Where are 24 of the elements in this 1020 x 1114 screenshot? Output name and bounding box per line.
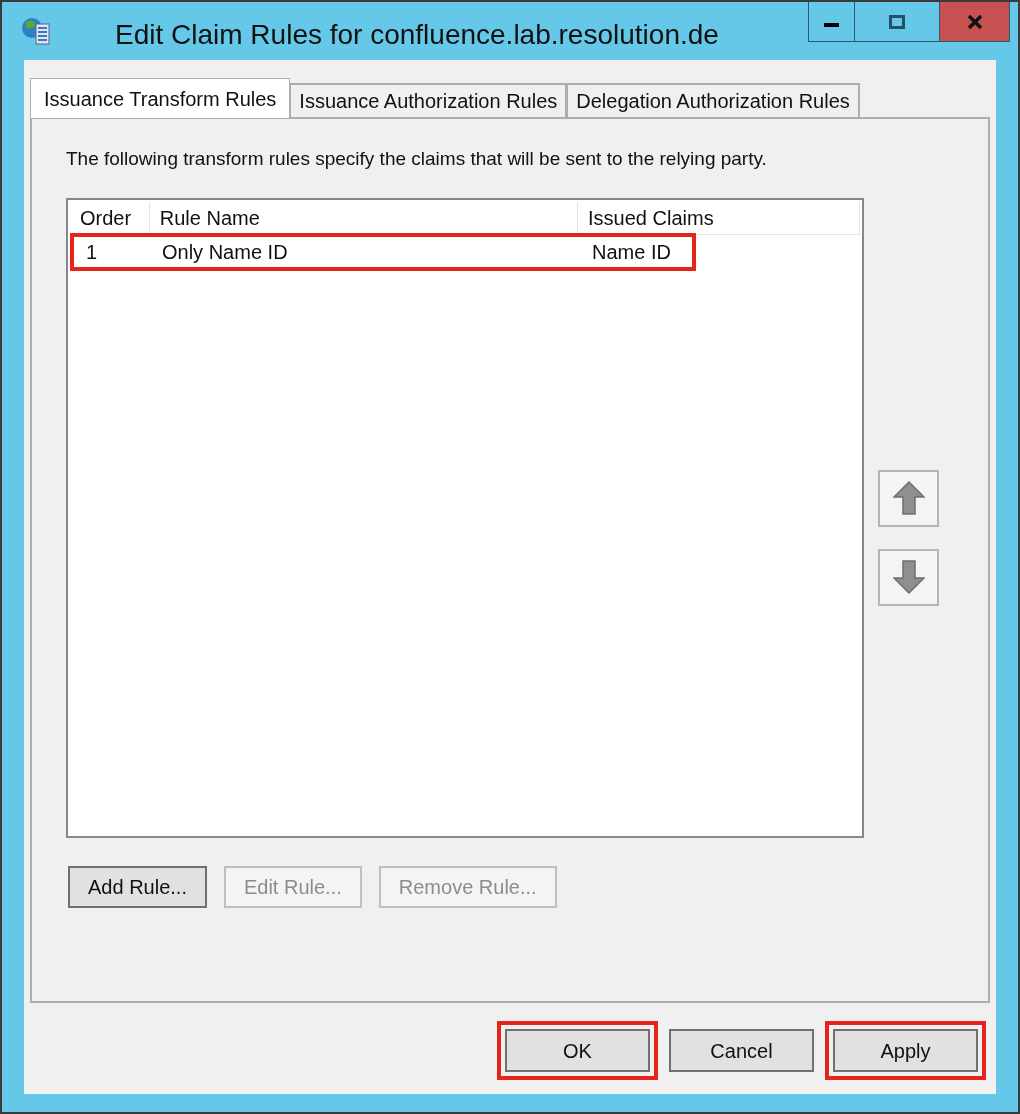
up-arrow-icon [892, 481, 925, 515]
tab[interactable]: Issuance Transform Rules [30, 78, 291, 118]
dialog-button[interactable]: OK [505, 1029, 650, 1072]
close-icon [966, 14, 983, 29]
tab[interactable]: Delegation Authorization Rules [566, 83, 860, 117]
column-header[interactable]: Issued Claims [578, 201, 860, 234]
close-button[interactable] [940, 2, 1010, 42]
table-cell-text: 1 [85, 239, 99, 265]
minimize-button[interactable] [808, 2, 855, 42]
tab[interactable]: Issuance Authorization Rules [289, 83, 568, 117]
dialog-button[interactable]: Apply [833, 1029, 978, 1072]
window-title: Edit Claim Rules for confluence.lab.resolution.de [115, 18, 719, 52]
column-header[interactable]: Rule Name [149, 201, 579, 234]
column-header[interactable]: Order [70, 201, 150, 234]
down-arrow-icon [892, 560, 925, 594]
dialog-button[interactable]: Cancel [669, 1029, 814, 1072]
move-down-button[interactable] [878, 548, 939, 606]
description-text: The following transform rules specify the claims that will be sent to the relying party. [66, 147, 768, 171]
table-cell-text: Name ID [591, 239, 672, 265]
table-cell-text: Only Name ID [161, 239, 289, 265]
rule-button[interactable]: Add Rule... [68, 865, 207, 908]
move-up-button[interactable] [878, 469, 939, 527]
maximize-icon [889, 14, 905, 29]
minimize-icon [824, 22, 839, 27]
